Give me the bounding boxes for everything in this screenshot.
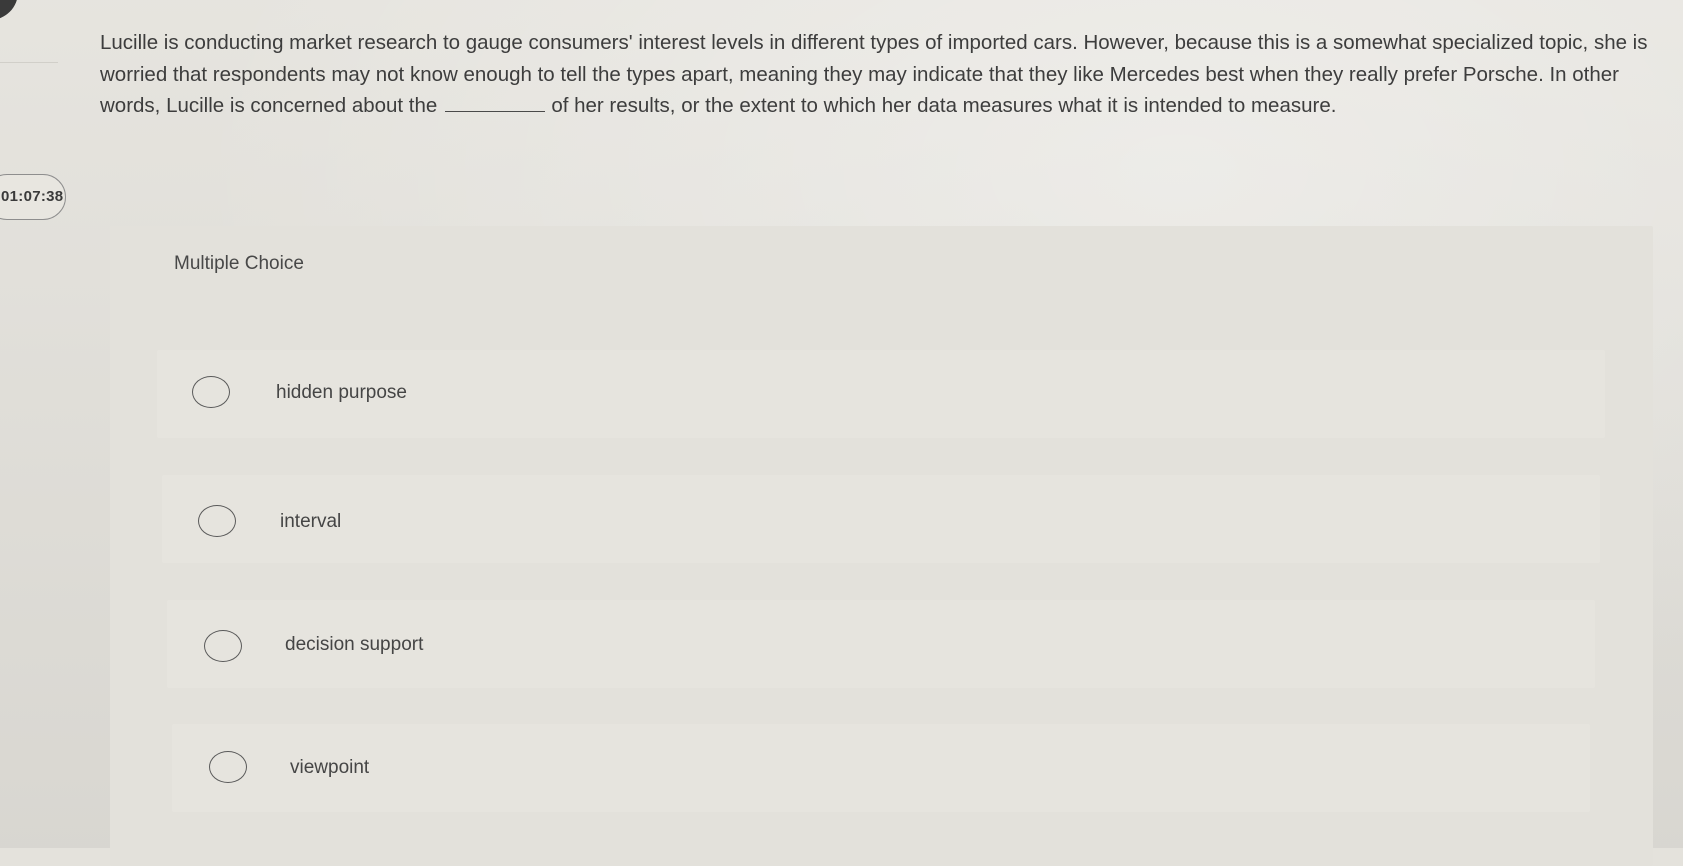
option-label: decision support [285, 634, 424, 655]
option-hidden-purpose[interactable]: hidden purpose [157, 350, 1605, 438]
left-divider [0, 62, 58, 63]
option-label: hidden purpose [276, 382, 407, 403]
question-text: Lucille is conducting market research to… [100, 27, 1670, 122]
option-interval[interactable]: interval [162, 475, 1600, 563]
option-decision-support[interactable]: decision support [167, 600, 1595, 688]
radio-empty-icon[interactable] [198, 505, 236, 537]
radio-empty-icon[interactable] [204, 630, 242, 662]
radio-empty-icon[interactable] [209, 751, 247, 783]
radio-empty-icon[interactable] [192, 376, 230, 408]
back-circle-icon[interactable] [0, 0, 18, 20]
question-type-label: Multiple Choice [174, 253, 304, 274]
option-label: interval [280, 511, 342, 532]
option-viewpoint[interactable]: viewpoint [172, 724, 1590, 812]
answer-blank [445, 91, 546, 112]
question-text-after-blank: of her results, or the extent to which h… [551, 94, 1337, 117]
timer[interactable]: 01:07:38 [0, 174, 66, 220]
option-label: viewpoint [290, 757, 370, 778]
